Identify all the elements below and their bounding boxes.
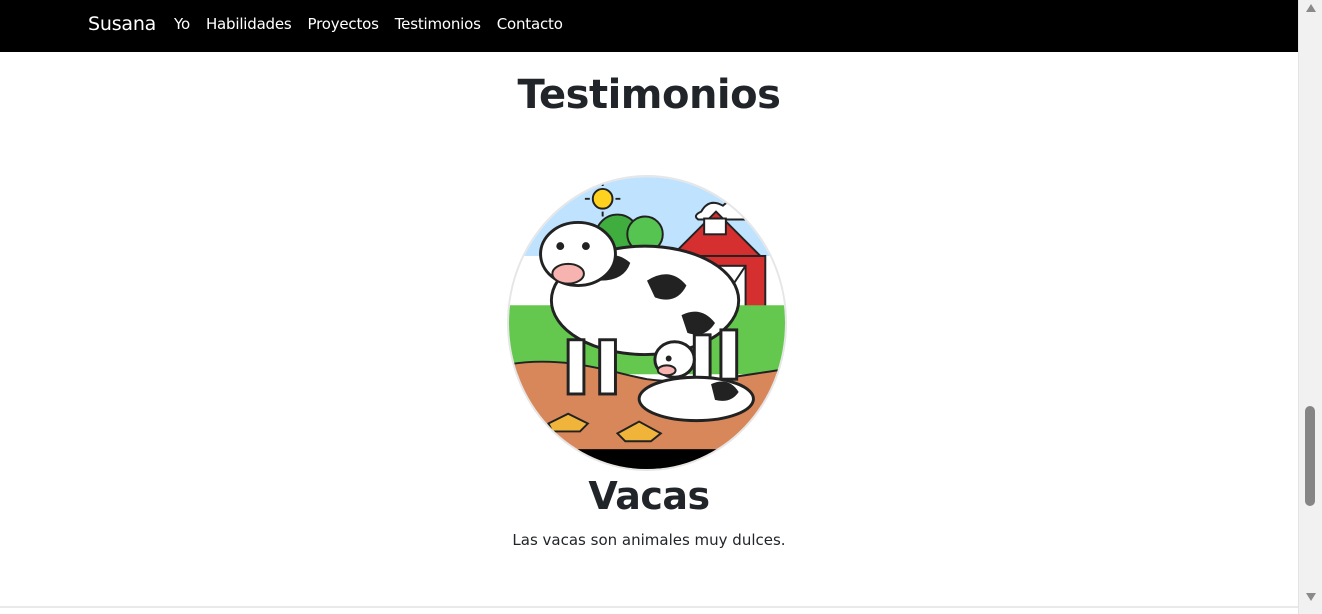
testimonial-text: Las vacas son animales muy dulces. [512, 531, 786, 549]
nav-link-habilidades[interactable]: Habilidades [206, 15, 292, 33]
testimonials-section: Testimonios Vacas Las vacas son animales… [0, 52, 1298, 606]
nav-links: Yo Habilidades Proyectos Testimonios Con… [174, 15, 579, 33]
nav-link-testimonios[interactable]: Testimonios [395, 15, 481, 33]
nav-link-yo[interactable]: Yo [174, 15, 190, 33]
scroll-up-icon[interactable] [1306, 4, 1316, 12]
nav-link-contacto[interactable]: Contacto [497, 15, 563, 33]
cows-illustration [509, 177, 785, 469]
nav-link-proyectos[interactable]: Proyectos [308, 15, 379, 33]
testimonial-name: Vacas [588, 474, 710, 518]
scroll-down-icon[interactable] [1306, 593, 1316, 601]
vertical-scrollbar[interactable] [1298, 0, 1322, 614]
brand-link[interactable]: Susana [88, 13, 156, 35]
scroll-thumb[interactable] [1305, 406, 1315, 506]
section-title: Testimonios [517, 72, 781, 118]
navbar: Susana Yo Habilidades Proyectos Testimon… [0, 0, 1298, 52]
divider [0, 606, 1298, 608]
testimonial-avatar [507, 175, 787, 471]
